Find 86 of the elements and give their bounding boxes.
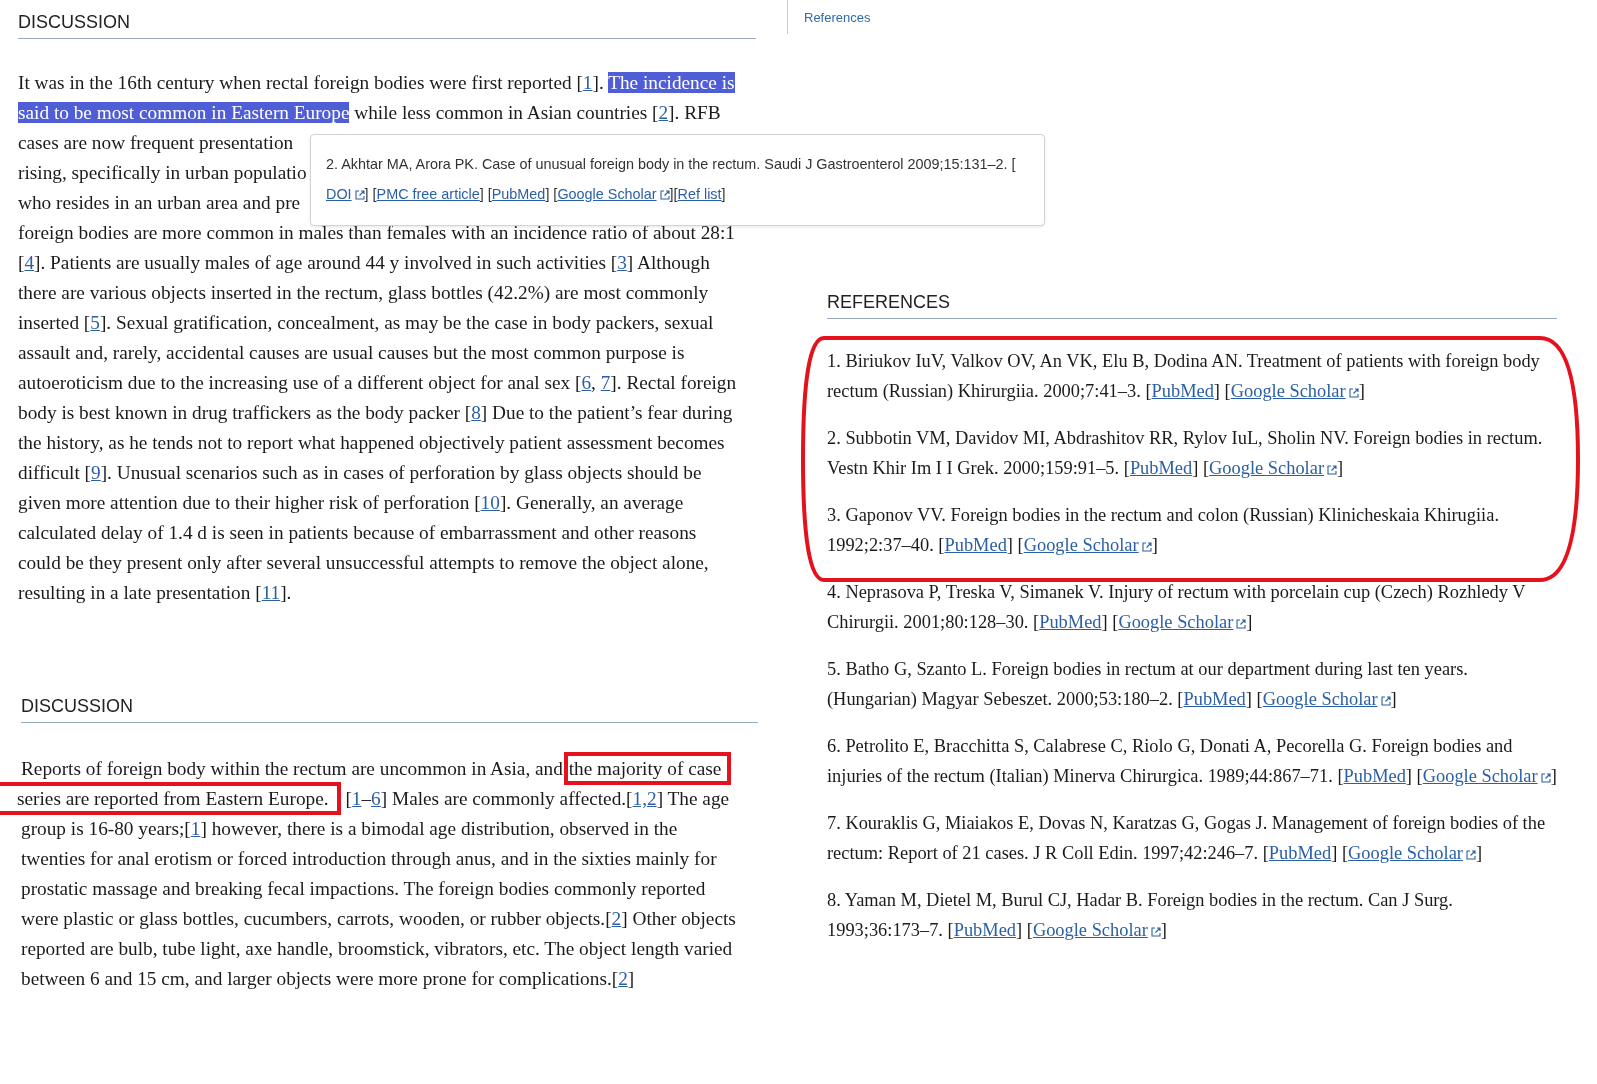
paragraph-line: [4]. Patients are usually males of age around 44 y involved in such activities [3] Although — [18, 251, 710, 275]
reference-link[interactable]: Google Scholar — [1422, 766, 1551, 786]
paragraph-line: could be they present only after several unsuccessful attempts to remove the object alone, — [18, 551, 709, 575]
citation-link[interactable]: 1 — [351, 788, 362, 809]
citation-link[interactable]: 6 — [581, 372, 592, 393]
reference-entry: 1. Biriukov IuV, Valkov OV, An VK, Elu B, Dodina AN. Treatment of patients with foreign body rectum (Russian) Khirurgiia. 2000;7:41–3. [PubMed] [Google Scholar ] — [827, 350, 1541, 403]
citation-link[interactable]: 7 — [600, 372, 611, 393]
reference-entry: 8. Yaman M, Dietel M, Burul CJ, Hadar B. Foreign bodies in the rectum. Can J Surg. 1993;36:173–7. [PubMed] [Google Scholar ] — [827, 889, 1454, 942]
paragraph-line: twenties for anal erotism or forced introduction through anus, and in the sixties mainly for — [21, 847, 717, 871]
citation-link[interactable]: 3 — [617, 252, 627, 273]
paragraph-line: assault and, rarely, accidental causes are usual causes but the most common purpose is — [18, 341, 685, 365]
paragraph-line: given more attention due to their higher risk of perforation [10]. Generally, an average — [18, 491, 684, 515]
paragraph-line: foreign bodies are more common in males than females with an incidence ratio of about 28:1 — [18, 221, 735, 245]
paragraph-line: inserted [5]. Sexual gratification, concealment, as may be the case in body packers, sexual — [18, 311, 714, 335]
reference-link[interactable]: PubMed — [1183, 689, 1246, 709]
citation-link[interactable]: 6 — [371, 788, 381, 809]
citation-link[interactable]: 1 — [582, 72, 593, 93]
citation-link[interactable]: 8 — [471, 402, 481, 423]
citation-link[interactable]: 2 — [658, 102, 669, 123]
paragraph-line: autoeroticism due to the increasing use of a different object for anal sex [6, 7]. Rectal foreign — [18, 371, 737, 395]
external-link-icon — [1141, 542, 1152, 552]
annotation-mark: series are reported from Eastern Europe. — [0, 782, 341, 815]
reference-link[interactable]: Google Scholar — [1209, 458, 1337, 478]
paragraph-line: group is 16-80 years;[1] however, there is a bimodal age distribution, observed in the — [21, 817, 678, 841]
reference-link[interactable]: Google Scholar — [1118, 612, 1247, 632]
reference-link[interactable]: Google Scholar — [1230, 381, 1359, 401]
popup-line: DOI ] [PMC free article] [PubMed] [Google Scholar ][Ref list] — [326, 185, 726, 204]
reference-link[interactable]: Google Scholar — [1348, 843, 1476, 863]
reference-link[interactable]: PubMed — [953, 920, 1017, 940]
external-link-icon — [1380, 696, 1391, 706]
citation-link[interactable]: 11 — [261, 582, 281, 603]
paragraph-line: between 6 and 15 cm, and larger objects were more prone for complications.[2] — [21, 967, 635, 991]
section-heading: DISCUSSION — [18, 10, 756, 39]
external-link-icon — [1150, 927, 1161, 937]
section-heading: DISCUSSION — [21, 694, 758, 723]
paragraph-line: prostatic massage and breaking fecal impactions. The foreign bodies commonly reported — [21, 877, 706, 901]
paragraph-line: who resides in an urban area and pre — [18, 191, 301, 215]
citation-link[interactable]: 2 — [611, 908, 622, 929]
paragraph-line: said to be most common in Eastern Europe while less common in Asian countries [2]. RFB — [18, 101, 721, 125]
external-link-icon — [1465, 850, 1476, 860]
paragraph-line: cases are now frequent presentation — [18, 131, 294, 155]
external-link-icon — [659, 190, 670, 200]
reference-link[interactable]: PubMed — [1268, 843, 1332, 863]
paragraph-line: body is best known in drug traffickers as the body packer [8] Due to the patient’s fear during — [18, 401, 733, 425]
popup-line: 2. Akhtar MA, Arora PK. Case of unusual foreign body in the rectum. Saudi J Gastroenterol 2009;15:131–2. [ — [326, 155, 1016, 174]
reference-link[interactable]: Google Scholar — [1032, 920, 1161, 940]
paragraph-line: It was in the 16th century when rectal foreign bodies were first reported [1]. The incidence is — [18, 71, 735, 95]
citation-link[interactable]: 9 — [91, 462, 101, 483]
reference-link[interactable]: PubMed — [1039, 612, 1102, 632]
reference-link[interactable]: Google Scholar — [1023, 535, 1152, 555]
paragraph-line: resulting in a late presentation [11]. — [18, 581, 292, 605]
external-link-icon — [354, 190, 365, 200]
reference-entry: 3. Gaponov VV. Foreign bodies in the rectum and colon (Russian) Klinicheskaia Khirugiia. 1992;2:37–40. [PubMed] [Google Scholar ] — [827, 504, 1500, 557]
nav-link[interactable]: References — [804, 10, 871, 26]
section-heading: REFERENCES — [827, 290, 1557, 319]
reference-entry: 6. Petrolito E, Bracchitta S, Calabrese C, Riolo G, Donati A, Pecorella G. Foreign bodies and injuries of the rectum (Italian) Minerva Chirurgica. 1989;44:867–71. [PubMed] [Google Scholar ] — [827, 735, 1557, 788]
paragraph-line: difficult [9]. Unusual scenarios such as in cases of perforation by glass objects should be — [18, 461, 702, 485]
paragraph-line: there are various objects inserted in the rectum, glass bottles (42.2%) are most commonly — [18, 281, 709, 305]
citation-link[interactable]: 4 — [24, 252, 35, 273]
reference-entry: 7. Kouraklis G, Miaiakos E, Dovas N, Karatzas G, Gogas J. Management of foreign bodies of the rectum: Report of 21 cases. J R Coll Edin. 1997;42:246–7. [PubMed] [Google Scholar ] — [827, 812, 1547, 865]
citation-link[interactable]: 5 — [90, 312, 100, 333]
reference-link[interactable]: PubMed — [1129, 458, 1193, 478]
paragraph-line: the history, as he tends not to report what happened objectively patient assessment becomes — [18, 431, 725, 455]
paragraph-line: calculated delay of 1.4 d is seen in patients because of embarrassment and other reasons — [18, 521, 697, 545]
reference-link[interactable]: Google Scholar — [1262, 689, 1391, 709]
reference-link[interactable]: DOI — [326, 186, 365, 202]
external-link-icon — [1327, 465, 1337, 475]
citation-link[interactable]: 1 — [190, 818, 201, 839]
reference-entry: 2. Subbotin VM, Davidov MI, Abdrashitov RR, Rylov IuL, Sholin NV. Foreign bodies in rectum. Vestn Khir Im I I Grek. 2000;159:91–5. [PubMed] [Google Scholar ] — [827, 427, 1544, 480]
citation-link[interactable]: 2 — [618, 968, 628, 989]
reference-link[interactable]: PubMed — [1151, 381, 1214, 401]
reference-link[interactable]: Google Scholar — [557, 186, 670, 202]
paragraph-line: rising, specifically in urban populatio — [18, 161, 307, 185]
external-link-icon — [1236, 619, 1247, 629]
reference-link[interactable]: PubMed — [944, 535, 1007, 555]
external-link-icon — [1540, 773, 1551, 783]
reference-entry: 4. Neprasova P, Treska V, Simanek V. Injury of rectum with porcelain cup (Czech) Rozhledy V Chirurgii. 2001;80:128–30. [PubMed] [Google Scholar ] — [827, 581, 1527, 634]
citation-link[interactable]: 1,2 — [632, 788, 657, 809]
paragraph-line: reported are bulb, tube light, axe handle, broomstick, vibrators, etc. The object length varied — [21, 937, 733, 961]
annotation-mark: the majority of case — [563, 752, 732, 785]
external-link-icon — [1348, 388, 1359, 398]
reference-entry: 5. Batho G, Szanto L. Foreign bodies in rectum at our department during last ten years. (Hungarian) Magyar Sebeszet. 2000;53:180–2. [PubMed] [Google Scholar ] — [827, 658, 1469, 711]
paragraph-line: Reports of foreign body within the rectum are uncommon in Asia, and the majority of case — [21, 754, 732, 784]
citation-link[interactable]: 10 — [480, 492, 500, 513]
paragraph-line: were plastic or glass bottles, cucumbers, carrots, wooden, or rubber objects.[2] Other objects — [21, 907, 736, 931]
reference-link[interactable]: PubMed — [1343, 766, 1406, 786]
